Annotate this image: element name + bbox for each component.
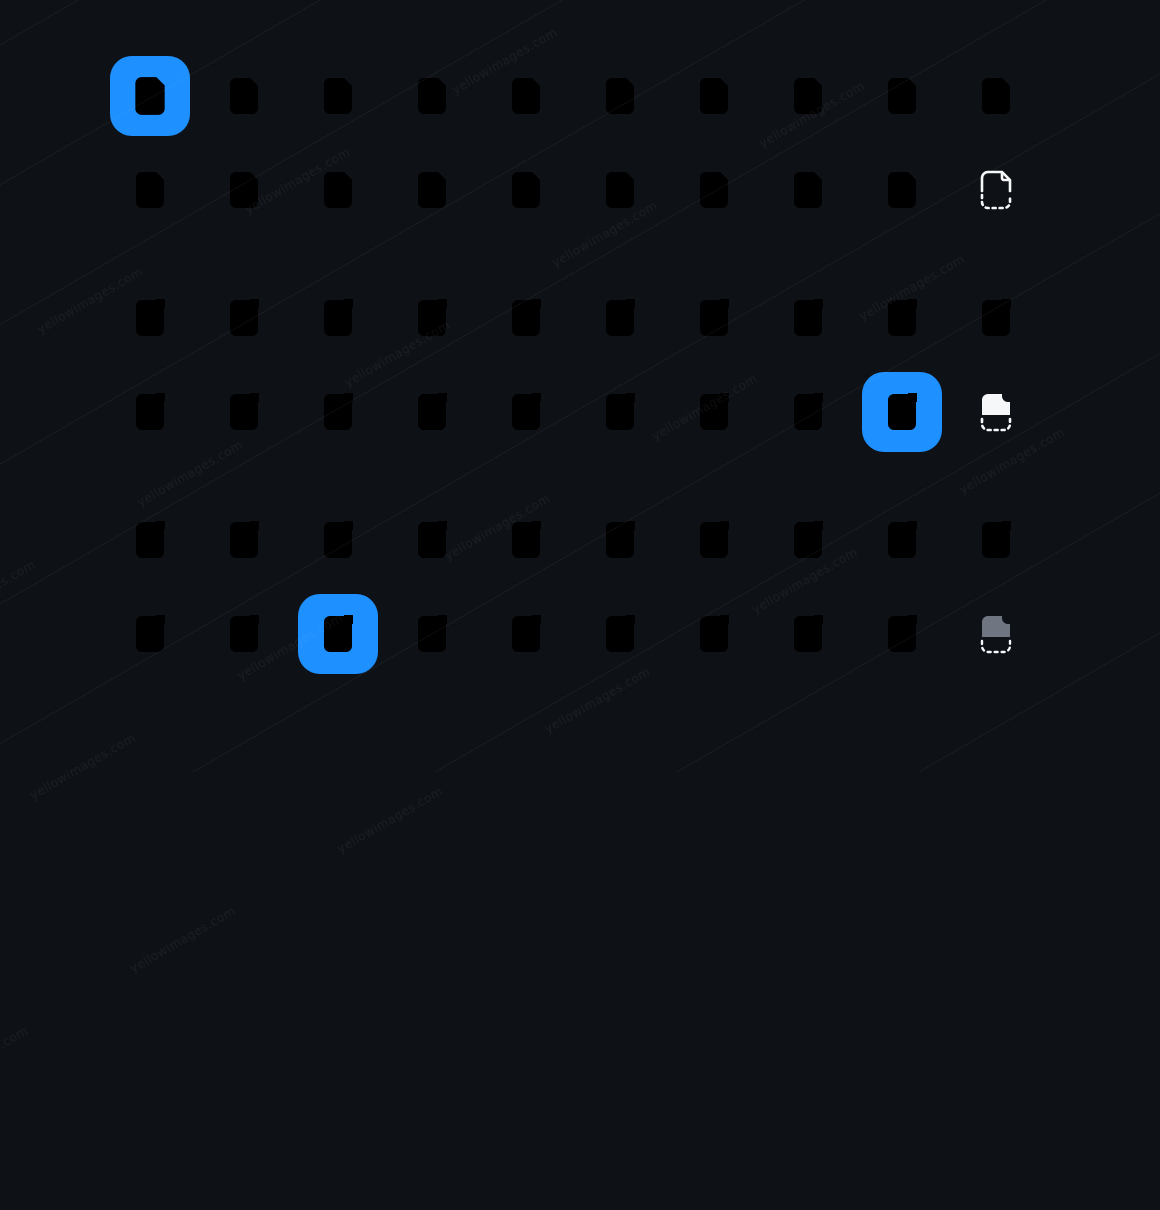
file-chart-icon[interactable]: [392, 500, 472, 580]
file-spreadsheet-icon[interactable]: [298, 278, 378, 358]
file-type-icon[interactable]: [486, 278, 566, 358]
file-search-icon[interactable]: [674, 150, 754, 230]
file-check-icon[interactable]: [768, 372, 848, 452]
file-chart-icon[interactable]: [392, 56, 472, 136]
file-video-icon[interactable]: [580, 278, 660, 358]
file-search-icon[interactable]: [674, 372, 754, 452]
file-audio-icon[interactable]: [674, 500, 754, 580]
file-search-icon[interactable]: [674, 594, 754, 674]
file-icon[interactable]: [110, 500, 190, 580]
file-type-icon[interactable]: [486, 56, 566, 136]
file-code-icon[interactable]: [862, 278, 942, 358]
file-upload-icon[interactable]: [298, 594, 378, 674]
file-plus-icon[interactable]: [110, 150, 190, 230]
file-icon[interactable]: [110, 56, 190, 136]
file-spreadsheet-icon[interactable]: [298, 500, 378, 580]
icon-sheet: yellowimages.comyellowimages.comyellowim…: [0, 0, 1160, 772]
file-image-icon[interactable]: [768, 56, 848, 136]
file-x-icon[interactable]: [580, 150, 660, 230]
file-minus-icon[interactable]: [204, 150, 284, 230]
file-zip-icon[interactable]: [956, 278, 1036, 358]
file-icon[interactable]: [110, 278, 190, 358]
file-text-icon[interactable]: [204, 500, 284, 580]
file-download-icon[interactable]: [392, 594, 472, 674]
file-placeholder-icon[interactable]: [956, 372, 1036, 452]
file-download-icon[interactable]: [392, 372, 472, 452]
file-x-icon[interactable]: [580, 372, 660, 452]
file-zip-icon[interactable]: [956, 500, 1036, 580]
file-code-icon[interactable]: [862, 500, 942, 580]
icon-set-duotone: [110, 500, 1050, 674]
file-image-icon[interactable]: [768, 500, 848, 580]
file-star-icon[interactable]: [862, 150, 942, 230]
file-image-icon[interactable]: [768, 278, 848, 358]
icon-grid: [110, 278, 1050, 452]
icon-set-solid: [110, 278, 1050, 452]
file-check-icon[interactable]: [768, 594, 848, 674]
icon-set-outline: [110, 56, 1050, 230]
file-audio-icon[interactable]: [674, 278, 754, 358]
file-alert-icon[interactable]: [486, 594, 566, 674]
file-plus-icon[interactable]: [110, 372, 190, 452]
file-plus-icon[interactable]: [110, 594, 190, 674]
file-audio-icon[interactable]: [674, 56, 754, 136]
file-upload-icon[interactable]: [298, 150, 378, 230]
file-minus-icon[interactable]: [204, 372, 284, 452]
file-minus-icon[interactable]: [204, 594, 284, 674]
file-alert-icon[interactable]: [486, 150, 566, 230]
file-type-icon[interactable]: [486, 500, 566, 580]
file-placeholder-icon[interactable]: [956, 594, 1036, 674]
file-text-icon[interactable]: [204, 278, 284, 358]
file-check-icon[interactable]: [768, 150, 848, 230]
file-zip-icon[interactable]: [956, 56, 1036, 136]
file-upload-icon[interactable]: [298, 372, 378, 452]
file-chart-icon[interactable]: [392, 278, 472, 358]
file-download-icon[interactable]: [392, 150, 472, 230]
file-alert-icon[interactable]: [486, 372, 566, 452]
file-star-icon[interactable]: [862, 372, 942, 452]
file-star-icon[interactable]: [862, 594, 942, 674]
file-placeholder-icon[interactable]: [956, 150, 1036, 230]
file-video-icon[interactable]: [580, 500, 660, 580]
icon-grid: [110, 500, 1050, 674]
file-x-icon[interactable]: [580, 594, 660, 674]
file-spreadsheet-icon[interactable]: [298, 56, 378, 136]
file-video-icon[interactable]: [580, 56, 660, 136]
icon-grid: [110, 56, 1050, 230]
file-text-icon[interactable]: [204, 56, 284, 136]
file-code-icon[interactable]: [862, 56, 942, 136]
